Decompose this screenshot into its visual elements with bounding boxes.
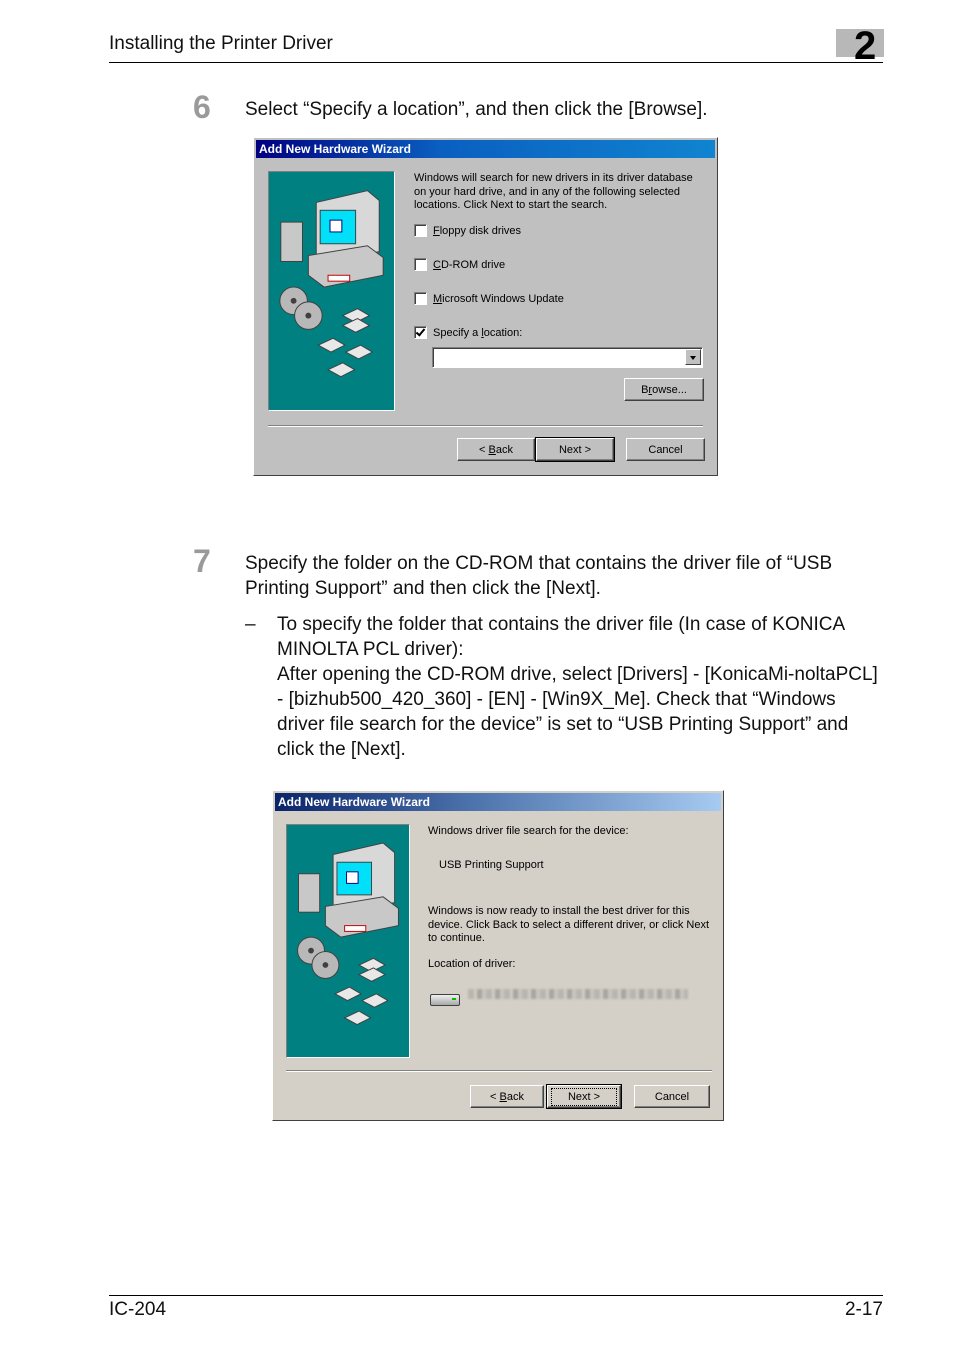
device-name: USB Printing Support <box>439 859 544 871</box>
cancel-button[interactable]: Cancel <box>626 438 705 461</box>
checkbox-label: CD-ROM drive <box>433 258 506 271</box>
checkbox-floppy-disk-drives[interactable]: Floppy disk drives <box>414 224 521 237</box>
checkbox-specify-a-location[interactable]: Specify a location: <box>414 326 522 339</box>
dialog-title-bar: Add New Hardware Wizard <box>275 793 721 811</box>
checkbox-box[interactable] <box>414 292 427 305</box>
checkbox-label: Microsoft Windows Update <box>433 292 564 305</box>
dialog-separator <box>268 425 703 427</box>
back-button[interactable]: < Back <box>470 1085 544 1108</box>
checkbox-microsoft-windows-update[interactable]: Microsoft Windows Update <box>414 292 564 305</box>
location-combobox[interactable] <box>432 347 703 368</box>
checkbox-label: Specify a location: <box>433 326 523 339</box>
computer-and-media-icon <box>297 842 399 1026</box>
back-button[interactable]: < Back <box>457 438 535 461</box>
computer-and-media-icon <box>279 190 384 378</box>
step-6-text: Select “Specify a location”, and then cl… <box>245 99 708 120</box>
header-rule <box>109 62 883 63</box>
running-header-title: Installing the Printer Driver <box>109 33 333 54</box>
step-7-text: Specify the folder on the CD-ROM that co… <box>245 553 833 599</box>
dialog-separator <box>286 1070 712 1072</box>
checkbox-cd-rom-drive[interactable]: CD-ROM drive <box>414 258 505 271</box>
dropdown-arrow-icon[interactable] <box>685 349 701 365</box>
bullet-dash: – <box>245 614 256 635</box>
add-hardware-wizard-dialog-1: Add New Hardware Wizard Windows will sea… <box>253 137 718 476</box>
ready-text: Windows is now ready to install the best… <box>428 905 710 944</box>
checkbox-label: Floppy disk drives <box>433 224 522 237</box>
step-6-number: 6 <box>193 89 211 125</box>
step-7-bullet-text: To specify the folder that contains the … <box>277 614 878 760</box>
search-label: Windows driver file search for the devic… <box>428 825 629 837</box>
checkbox-box-checked[interactable] <box>414 326 427 339</box>
driver-path-redacted <box>468 989 688 999</box>
checkbox-box[interactable] <box>414 224 427 237</box>
search-intro-text: Windows will search for new drivers in i… <box>414 172 693 211</box>
footer-page-number: 2-17 <box>844 1299 883 1320</box>
chapter-number: 2 <box>854 24 877 68</box>
browse-button[interactable]: Browse... <box>624 378 704 401</box>
dialog-title-bar: Add New Hardware Wizard <box>256 140 715 158</box>
next-button[interactable]: Next > <box>546 1084 622 1109</box>
footer-rule <box>109 1295 883 1296</box>
next-button[interactable]: Next > <box>535 437 615 462</box>
wizard-illustration <box>286 824 410 1058</box>
cancel-button[interactable]: Cancel <box>634 1085 710 1108</box>
footer-model: IC-204 <box>109 1299 167 1320</box>
wizard-illustration <box>268 171 395 411</box>
location-of-driver-label: Location of driver: <box>428 958 516 970</box>
drive-icon <box>430 994 460 1006</box>
step-7-number: 7 <box>193 543 211 579</box>
checkbox-box[interactable] <box>414 258 427 271</box>
add-hardware-wizard-dialog-2: Add New Hardware Wizard Windows driver f… <box>272 790 724 1121</box>
